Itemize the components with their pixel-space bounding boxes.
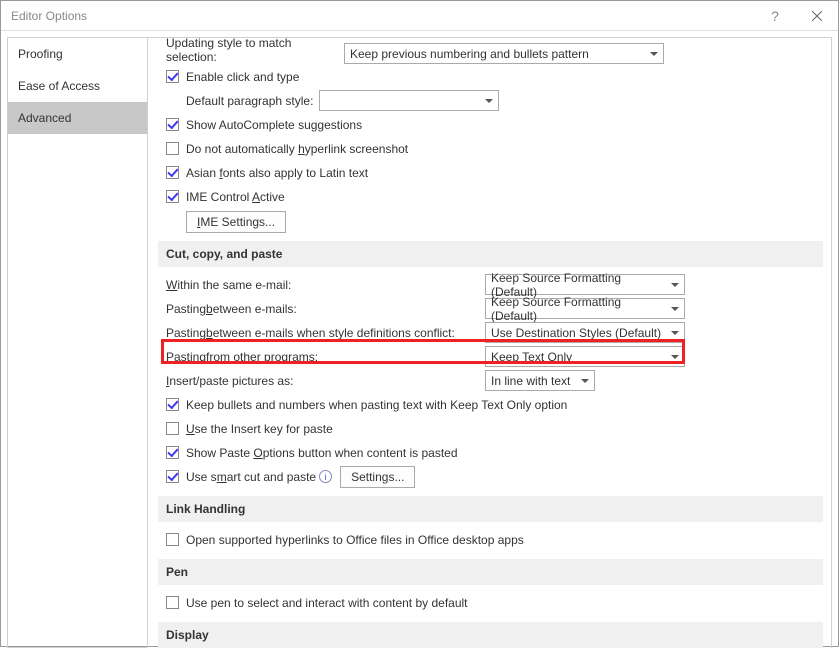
section-cut-copy-paste: Cut, copy, and paste	[158, 241, 823, 267]
insert-key-label: Use the Insert key for paste	[186, 422, 333, 436]
updating-style-label: Updating style to match selection:	[166, 37, 344, 64]
title-bar: Editor Options ?	[1, 1, 838, 31]
info-icon[interactable]: i	[319, 470, 332, 483]
updating-style-row: Updating style to match selection: Keep …	[158, 37, 823, 64]
other-programs-label: Pasting from other programs:	[166, 350, 485, 364]
conflict-label: Pasting between e-mails when style defin…	[166, 326, 485, 340]
within-same-label: Within the same e-mail:	[166, 278, 485, 292]
default-para-label: Default paragraph style:	[186, 94, 319, 108]
help-button[interactable]: ?	[754, 1, 796, 31]
sidebar-item-advanced[interactable]: Advanced	[8, 102, 147, 134]
open-supported-label: Open supported hyperlinks to Office file…	[186, 533, 524, 547]
show-autocomplete-label: Show AutoComplete suggestions	[186, 118, 362, 132]
conflict-combo[interactable]: Use Destination Styles (Default)	[485, 322, 685, 343]
section-link-handling: Link Handling	[158, 496, 823, 522]
no-hyperlink-label: Do not automatically hyperlink screensho…	[186, 142, 408, 156]
enable-click-type-label: Enable click and type	[186, 70, 299, 84]
window-title: Editor Options	[11, 9, 87, 23]
sidebar-item-ease-of-access[interactable]: Ease of Access	[8, 70, 147, 102]
ime-active-label: IME Control Active	[186, 190, 285, 204]
between-emails-combo[interactable]: Keep Source Formatting (Default)	[485, 298, 685, 319]
open-supported-checkbox[interactable]	[166, 533, 179, 546]
show-paste-options-label: Show Paste Options button when content i…	[186, 446, 458, 460]
within-same-combo[interactable]: Keep Source Formatting (Default)	[485, 274, 685, 295]
pictures-combo[interactable]: In line with text	[485, 370, 595, 391]
sidebar-item-proofing[interactable]: Proofing	[8, 38, 147, 70]
ime-active-checkbox[interactable]	[166, 190, 179, 203]
smart-cut-label: Use smart cut and paste	[186, 470, 316, 484]
settings-button[interactable]: Settings...	[340, 466, 415, 488]
show-autocomplete-checkbox[interactable]	[166, 118, 179, 131]
show-paste-options-checkbox[interactable]	[166, 446, 179, 459]
smart-cut-checkbox[interactable]	[166, 470, 179, 483]
close-button[interactable]	[796, 1, 838, 31]
ime-settings-button[interactable]: IME Settings...	[186, 211, 286, 233]
section-pen: Pen	[158, 559, 823, 585]
asian-fonts-label: Asian fonts also apply to Latin text	[186, 166, 368, 180]
section-display: Display	[158, 622, 823, 648]
updating-style-combo[interactable]: Keep previous numbering and bullets patt…	[344, 43, 664, 64]
asian-fonts-checkbox[interactable]	[166, 166, 179, 179]
sidebar: Proofing Ease of Access Advanced	[7, 37, 148, 648]
default-para-combo[interactable]	[319, 90, 499, 111]
keep-bullets-label: Keep bullets and numbers when pasting te…	[186, 398, 567, 412]
no-hyperlink-checkbox[interactable]	[166, 142, 179, 155]
pictures-label: Insert/paste pictures as:	[166, 374, 485, 388]
enable-click-type-checkbox[interactable]	[166, 70, 179, 83]
between-emails-label: Pasting between e-mails:	[166, 302, 485, 316]
other-programs-combo[interactable]: Keep Text Only	[485, 346, 685, 367]
content-panel[interactable]: Updating style to match selection: Keep …	[148, 37, 832, 648]
use-pen-label: Use pen to select and interact with cont…	[186, 596, 468, 610]
use-pen-checkbox[interactable]	[166, 596, 179, 609]
keep-bullets-checkbox[interactable]	[166, 398, 179, 411]
insert-key-checkbox[interactable]	[166, 422, 179, 435]
